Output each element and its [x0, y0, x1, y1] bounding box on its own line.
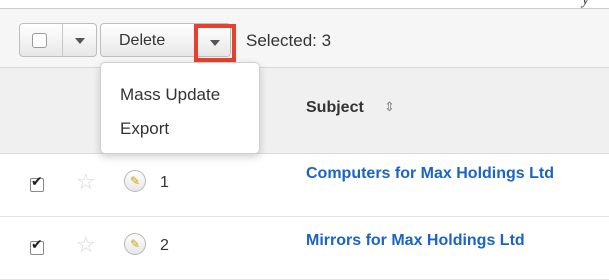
table-header-row: Subject ⇕ [0, 68, 609, 154]
favorite-star-icon[interactable]: ☆ [76, 233, 96, 258]
favorite-star-icon[interactable]: ☆ [76, 170, 96, 195]
edit-pencil-icon[interactable]: ✎ [124, 233, 146, 255]
menu-item-mass-update[interactable]: Mass Update [120, 85, 220, 105]
actions-dropdown-toggle[interactable] [194, 24, 236, 62]
chevron-down-icon [210, 40, 220, 46]
actions-dropdown-menu: Mass Update Export [100, 62, 260, 154]
row-checkbox[interactable] [30, 237, 44, 255]
chevron-down-icon[interactable] [75, 38, 85, 44]
menu-item-export[interactable]: Export [120, 119, 169, 139]
subject-link[interactable]: Mirrors for Max Holdings Ltd [306, 231, 586, 251]
row-number: 2 [160, 237, 169, 254]
edit-pencil-icon[interactable]: ✎ [124, 170, 146, 192]
row-number: 1 [160, 174, 169, 191]
row-checkbox[interactable] [30, 174, 44, 192]
table-row: ☆ ✎ 2 Mirrors for Max Holdings Ltd [0, 217, 609, 280]
selected-count: Selected: 3 [246, 31, 332, 50]
table-row: ☆ ✎ 1 Computers for Max Holdings Ltd [0, 154, 609, 217]
delete-button-label: Delete [119, 32, 166, 49]
column-header-subject[interactable]: Subject [306, 99, 364, 117]
button-divider [62, 24, 63, 56]
list-toolbar: Delete Selected: 3 [0, 8, 609, 68]
select-all-checkbox[interactable] [32, 33, 47, 48]
sort-icon[interactable]: ⇕ [384, 99, 395, 115]
select-all-dropdown[interactable] [19, 23, 97, 57]
subject-link[interactable]: Computers for Max Holdings Ltd [306, 164, 586, 184]
